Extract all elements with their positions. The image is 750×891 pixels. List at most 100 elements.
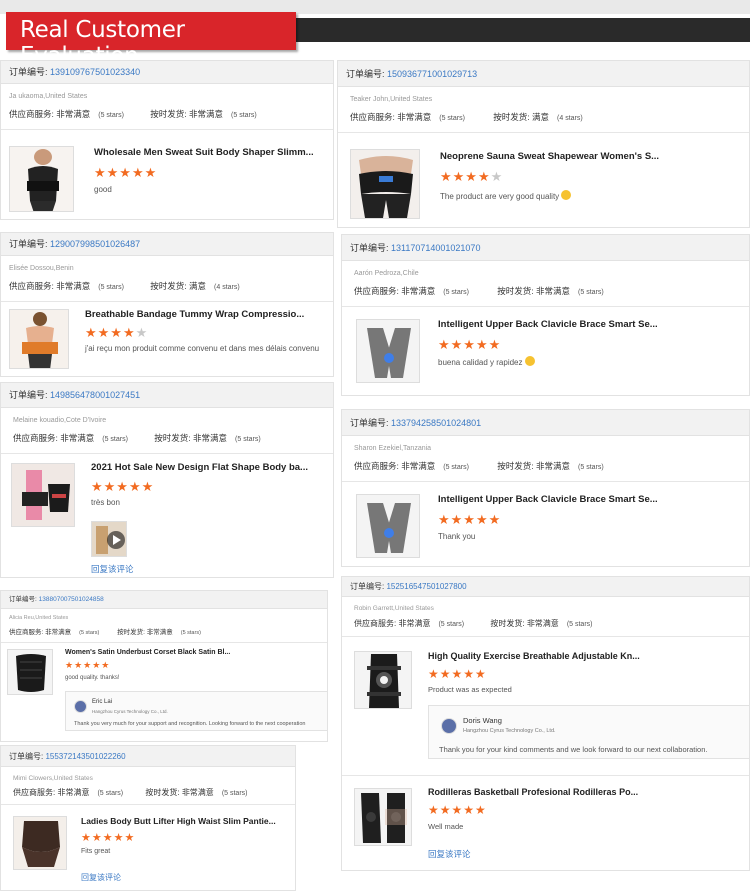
rating-summary: 供应商服务: 非常满意 (5 stars) 按时发货: 满意 (4 stars) bbox=[9, 281, 240, 291]
star-empty-icon: ★ bbox=[135, 325, 149, 340]
order-number[interactable]: 133794258501024801 bbox=[391, 418, 481, 428]
star-icon: ★★★★★ bbox=[94, 165, 158, 180]
reply-comment-link[interactable]: 回复该评论 bbox=[81, 872, 121, 883]
order-header: 订单编号: 129007998501026487 bbox=[1, 233, 333, 256]
divider bbox=[342, 481, 749, 482]
product-title[interactable]: Rodilleras Basketball Profesional Rodill… bbox=[428, 787, 638, 797]
order-number[interactable]: 131170714001021070 bbox=[391, 243, 480, 253]
buyer-name: Teaker John,United States bbox=[350, 96, 433, 103]
review-card: 订单编号: 152516547501027800 Robin Garrett,U… bbox=[341, 576, 750, 871]
banner-title: Real Customer Evaluation bbox=[6, 12, 296, 69]
product-title[interactable]: 2021 Hot Sale New Design Flat Shape Body… bbox=[91, 462, 308, 473]
order-number[interactable]: 149856478001027451 bbox=[50, 390, 140, 400]
product-title[interactable]: Breathable Bandage Tummy Wrap Compressio… bbox=[85, 309, 304, 320]
review-comment: très bon bbox=[91, 498, 120, 507]
buyer-name: Ja ukaoma,United States bbox=[9, 93, 88, 100]
product-title[interactable]: Intelligent Upper Back Clavicle Brace Sm… bbox=[438, 319, 658, 330]
seller-avatar bbox=[441, 718, 457, 734]
review-card: 订单编号: 129007998501026487 Elisée Dossou,B… bbox=[0, 232, 334, 377]
review-comment: buena calidad y rapidez bbox=[438, 356, 535, 367]
star-icon: ★★★★★ bbox=[438, 337, 502, 352]
rating-stars: ★★★★★ bbox=[428, 803, 487, 817]
divider bbox=[342, 775, 749, 776]
review-card: 订单编号: 150936771001029713 Teaker John,Uni… bbox=[337, 60, 750, 228]
product-title[interactable]: Wholesale Men Sweat Suit Body Shaper Sli… bbox=[94, 147, 314, 158]
review-comment: j'ai reçu mon produit comme convenu et d… bbox=[85, 344, 320, 353]
review-card: 订单编号: 149856478001027451 Melaine kouadio… bbox=[0, 382, 334, 578]
seller-name: Doris Wang bbox=[463, 716, 502, 725]
product-title[interactable]: Neoprene Sauna Sweat Shapewear Women's S… bbox=[440, 151, 659, 162]
rating-stars: ★★★★★ bbox=[438, 512, 501, 528]
review-video-thumbnail[interactable] bbox=[91, 521, 127, 557]
review-card: 订单编号: 131170714001021070 Aarón Pedroza,C… bbox=[341, 234, 750, 396]
star-icon: ★★★★ bbox=[85, 325, 136, 340]
rating-summary: 供应商服务: 非常满意 (5 stars) 按时发货: 非常满意 (5 stars) bbox=[9, 109, 257, 119]
rating-summary: 供应商服务: 非常满意 (5 stars) 按时发货: 非常满意 (5 stars) bbox=[354, 286, 604, 296]
banner-dark-bar bbox=[230, 18, 750, 42]
rating-summary: 供应商服务: 非常满意 (5 stars) 按时发货: 非常满意 (5 stars) bbox=[13, 788, 248, 797]
buyer-name: Melaine kouadio,Cote D'Ivoire bbox=[13, 417, 107, 424]
rating-stars: ★★★★★ bbox=[428, 667, 487, 681]
review-card: 订单编号: 155372143501022260 Mimi Clowers,Un… bbox=[0, 745, 296, 891]
buyer-name: Elisée Dossou,Benin bbox=[9, 265, 74, 272]
rating-stars: ★★★★★ bbox=[91, 479, 154, 495]
review-card: 订单编号: 138807007501024858 Alicia Reu,Unit… bbox=[0, 590, 328, 742]
order-number[interactable]: 139109767501023340 bbox=[50, 67, 140, 77]
product-title[interactable]: Intelligent Upper Back Clavicle Brace Sm… bbox=[438, 494, 658, 505]
divider bbox=[338, 132, 749, 133]
review-card: 订单编号: 139109767501023340 Ja ukaoma,Unite… bbox=[0, 60, 334, 220]
product-thumbnail[interactable] bbox=[354, 788, 412, 846]
seller-company: Hangzhou Cyrus Technology Co., Ltd. bbox=[463, 728, 556, 734]
rating-summary: 供应商服务: 非常满意 (5 stars) 按时发货: 非常满意 (5 stars) bbox=[9, 629, 201, 636]
review-comment: good bbox=[94, 185, 112, 194]
order-header: 订单编号: 139109767501023340 bbox=[1, 61, 333, 84]
order-header: 订单编号: 138807007501024858 bbox=[1, 591, 327, 609]
star-icon: ★★★★★ bbox=[438, 512, 502, 527]
rating-summary: 供应商服务: 非常满意 (5 stars) 按时发货: 非常满意 (5 stars) bbox=[13, 433, 261, 443]
buyer-name: Aarón Pedroza,Chile bbox=[354, 270, 419, 277]
review-comment: The product are very good quality bbox=[440, 190, 572, 201]
star-icon: ★★★★ bbox=[440, 169, 491, 184]
seller-name: Eric Lai bbox=[92, 699, 113, 705]
product-thumbnail[interactable] bbox=[11, 463, 75, 527]
order-number[interactable]: 138807007501024858 bbox=[39, 596, 104, 603]
review-comment: Product was as expected bbox=[428, 685, 512, 694]
divider bbox=[1, 301, 333, 302]
order-number[interactable]: 129007998501026487 bbox=[50, 239, 140, 249]
product-thumbnail[interactable] bbox=[354, 651, 412, 709]
order-header: 订单编号: 150936771001029713 bbox=[338, 61, 749, 87]
buyer-name: Mimi Clowers,United States bbox=[13, 775, 93, 782]
product-thumbnail[interactable] bbox=[356, 319, 420, 383]
banner: Real Customer Evaluation bbox=[0, 0, 750, 69]
star-icon: ★★★★★ bbox=[65, 660, 111, 670]
order-number[interactable]: 155372143501022260 bbox=[45, 752, 125, 761]
seller-reply-text: Thank you for your kind comments and we … bbox=[439, 745, 708, 754]
buyer-name: Alicia Reu,United States bbox=[9, 615, 69, 621]
order-number[interactable]: 150936771001029713 bbox=[387, 69, 477, 79]
reply-comment-link[interactable]: 回复该评论 bbox=[91, 563, 134, 575]
product-thumbnail[interactable] bbox=[13, 816, 67, 870]
order-header: 订单编号: 131170714001021070 bbox=[342, 235, 749, 261]
product-title[interactable]: Women's Satin Underbust Corset Black Sat… bbox=[65, 649, 230, 656]
product-thumbnail[interactable] bbox=[9, 309, 69, 369]
star-icon: ★★★★★ bbox=[428, 803, 487, 817]
seller-reply: Eric Lai Hangzhou Cyrus Technology Co., … bbox=[65, 691, 327, 731]
buyer-name: Robin Garrett,United States bbox=[354, 605, 434, 612]
star-icon: ★★★★★ bbox=[428, 667, 487, 681]
product-thumbnail[interactable] bbox=[350, 149, 420, 219]
review-comment: Fits great bbox=[81, 848, 111, 855]
product-thumbnail[interactable] bbox=[9, 146, 74, 212]
divider bbox=[1, 642, 327, 643]
product-title[interactable]: High Quality Exercise Breathable Adjusta… bbox=[428, 651, 640, 661]
order-header: 订单编号: 149856478001027451 bbox=[1, 383, 333, 408]
reply-comment-link[interactable]: 回复该评论 bbox=[428, 848, 471, 860]
rating-summary: 供应商服务: 非常满意 (5 stars) 按时发货: 满意 (4 stars) bbox=[350, 112, 583, 122]
star-empty-icon: ★ bbox=[490, 169, 504, 184]
product-thumbnail[interactable] bbox=[356, 494, 420, 558]
order-number[interactable]: 152516547501027800 bbox=[386, 582, 466, 591]
star-icon: ★★★★★ bbox=[81, 832, 136, 844]
product-thumbnail[interactable] bbox=[7, 649, 53, 695]
review-comment: good quality. thanks! bbox=[65, 675, 120, 681]
product-title[interactable]: Ladies Body Butt Lifter High Waist Slim … bbox=[81, 816, 276, 826]
order-header: 订单编号: 133794258501024801 bbox=[342, 410, 749, 436]
